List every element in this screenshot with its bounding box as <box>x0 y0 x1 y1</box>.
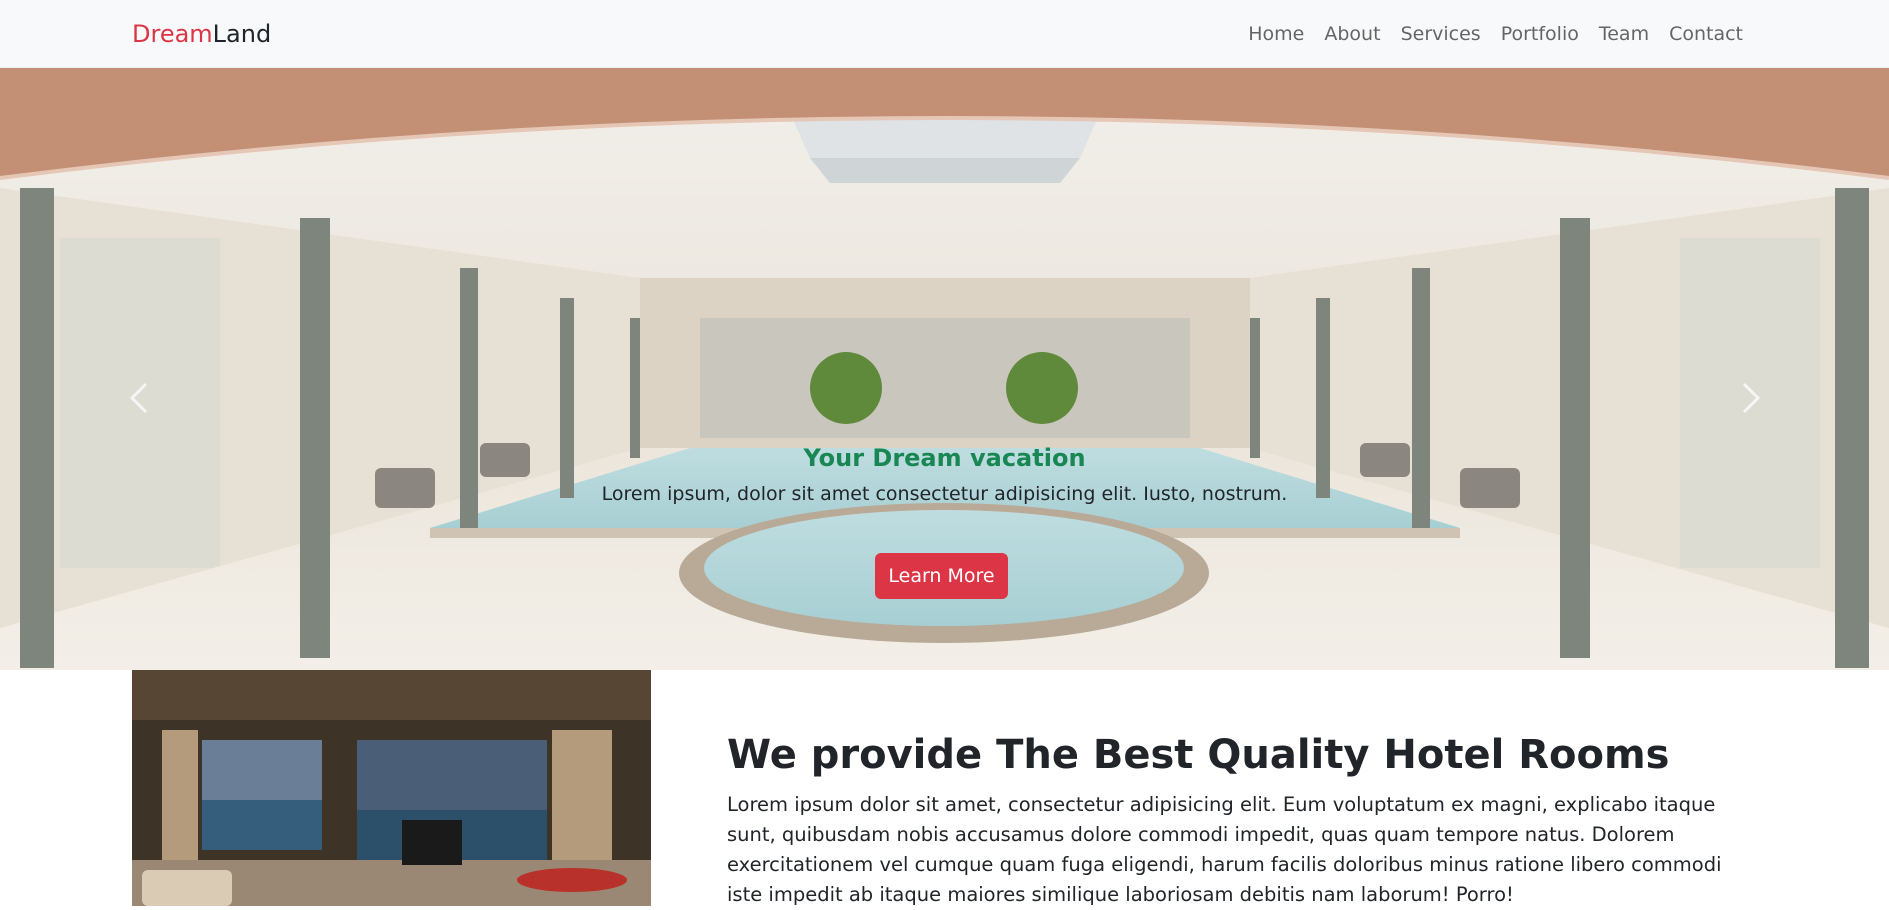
brand-logo[interactable]: DreamLand <box>132 18 271 50</box>
nav-link-portfolio[interactable]: Portfolio <box>1501 23 1579 45</box>
navbar: DreamLand Home About Services Portfolio … <box>0 0 1889 68</box>
nav-link-about[interactable]: About <box>1324 23 1380 45</box>
nav-link-contact[interactable]: Contact <box>1669 23 1743 45</box>
hero-carousel: Your Dream vacation Lorem ipsum, dolor s… <box>0 68 1889 670</box>
carousel-next-button[interactable] <box>1730 378 1770 418</box>
hotel-room-image <box>132 670 651 906</box>
hero-caption: Your Dream vacation Lorem ipsum, dolor s… <box>0 441 1889 508</box>
brand-part-land: Land <box>212 20 272 48</box>
brand-part-dream: Dream <box>132 20 213 48</box>
nav-link-home[interactable]: Home <box>1248 23 1304 45</box>
nav-links: Home About Services Portfolio Team Conta… <box>1248 20 1743 48</box>
chevron-left-icon <box>129 382 148 414</box>
about-title: We provide The Best Quality Hotel Rooms <box>727 732 1670 778</box>
nav-link-services[interactable]: Services <box>1401 23 1481 45</box>
hero-title: Your Dream vacation <box>803 444 1086 472</box>
nav-link-team[interactable]: Team <box>1599 23 1649 45</box>
about-section: We provide The Best Quality Hotel Rooms … <box>0 670 1889 906</box>
learn-more-button[interactable]: Learn More <box>875 553 1008 599</box>
carousel-prev-button[interactable] <box>120 378 160 418</box>
about-text: Lorem ipsum dolor sit amet, consectetur … <box>727 793 1722 906</box>
hero-text: Lorem ipsum, dolor sit amet consectetur … <box>601 483 1288 505</box>
chevron-right-icon <box>1742 382 1761 414</box>
